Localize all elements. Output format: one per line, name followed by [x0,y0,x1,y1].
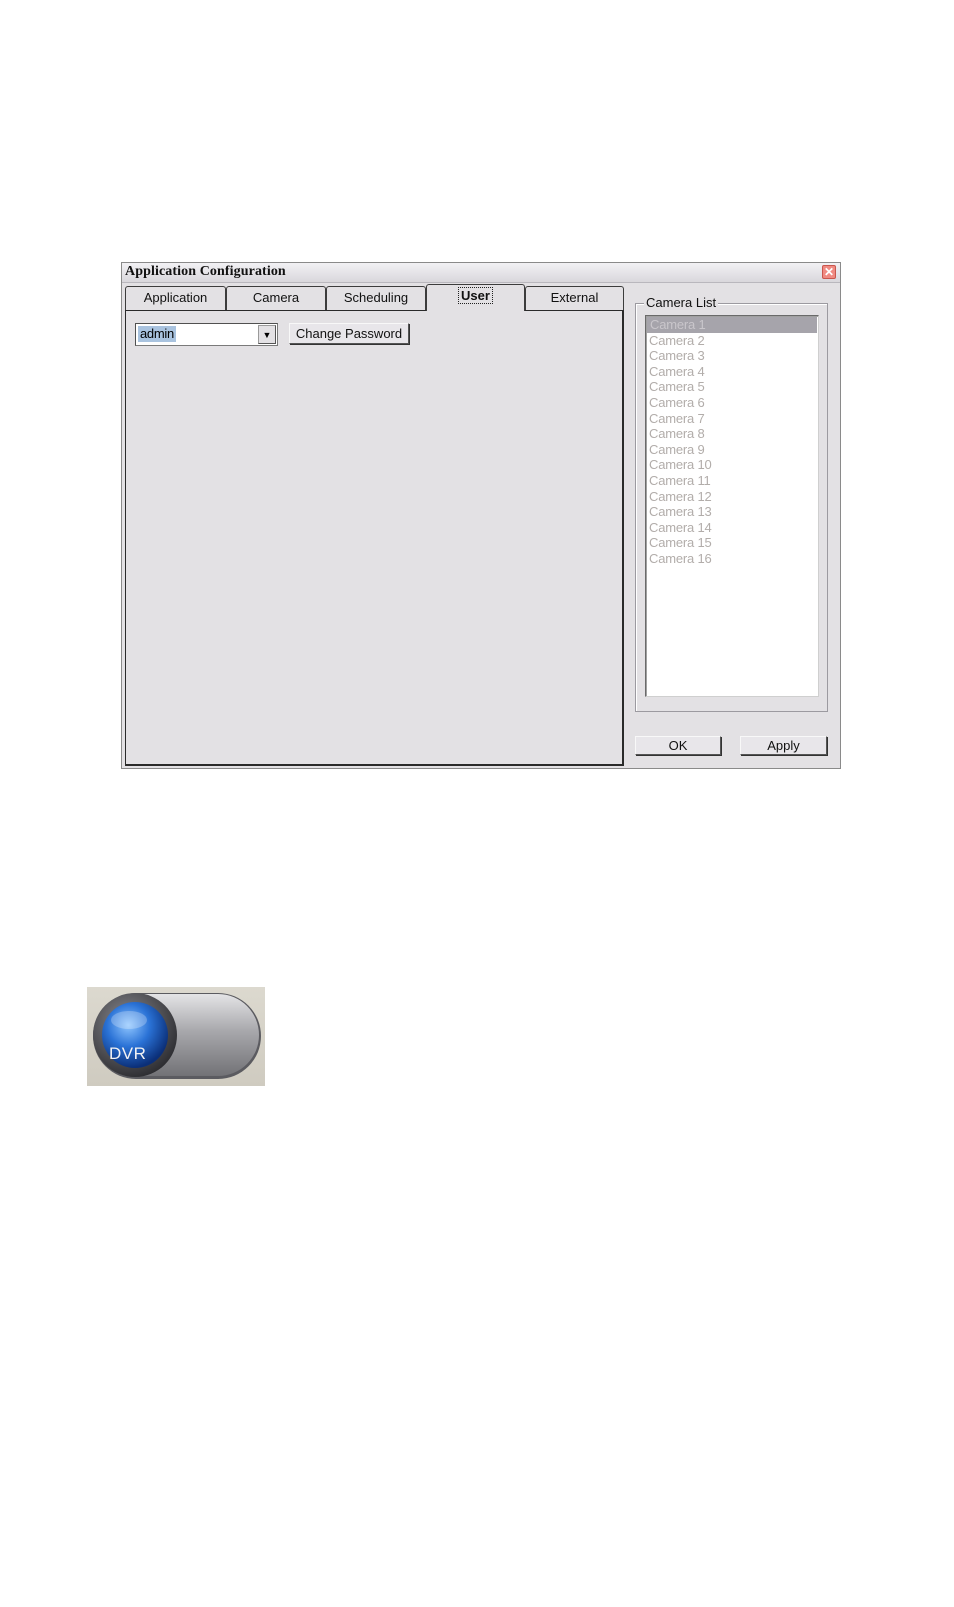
tab-camera[interactable]: Camera [226,286,326,310]
camera-list-item[interactable]: Camera 8 [646,426,818,442]
camera-list-item[interactable]: Camera 4 [646,364,818,380]
tab-label: Camera [252,290,300,305]
camera-list-item[interactable]: Camera 13 [646,504,818,520]
camera-list-group: Camera List Camera 1 Camera 2 Camera 3 Came… [635,295,828,712]
camera-list-item[interactable]: Camera 7 [646,411,818,427]
camera-listbox[interactable]: Camera 1 Camera 2 Camera 3 Camera 4 Camera 5… [645,315,819,697]
tab-application[interactable]: Application [125,286,226,310]
tab-label: User [458,287,493,304]
user-tab-panel: admin ▼ Change Password [125,310,624,766]
chevron-down-icon[interactable]: ▼ [258,325,276,344]
camera-list-item[interactable]: Camera 14 [646,520,818,536]
dvr-globe-icon [93,993,261,1079]
user-select[interactable]: admin ▼ [135,323,278,346]
camera-list-item[interactable]: Camera 11 [646,473,818,489]
camera-list-item[interactable]: Camera 6 [646,395,818,411]
dvr-logo[interactable]: DVR [87,987,265,1086]
camera-list-item[interactable]: Camera 2 [646,333,818,349]
ok-button[interactable]: OK [635,736,721,755]
title-bar[interactable]: Application Configuration ✕ [122,263,840,283]
tab-label: Application [143,290,208,305]
window-title: Application Configuration [125,264,286,279]
tab-scheduling[interactable]: Scheduling [326,286,426,310]
tab-external[interactable]: External [525,286,624,310]
dvr-text: DVR [109,1044,147,1063]
tab-label: Scheduling [343,290,409,305]
tab-label: External [550,290,599,305]
camera-list-item[interactable]: Camera 3 [646,348,818,364]
change-password-button[interactable]: Change Password [289,323,409,344]
user-select-value: admin [138,326,176,342]
camera-list-item[interactable]: Camera 9 [646,442,818,458]
camera-list-label: Camera List [644,295,719,310]
camera-list-item[interactable]: Camera 5 [646,379,818,395]
apply-button[interactable]: Apply [740,736,827,755]
camera-list: Camera 1 Camera 2 Camera 3 Camera 4 Camera 5… [646,316,818,567]
close-icon[interactable]: ✕ [822,265,836,279]
application-configuration-window: Application Configuration ✕ Application … [121,262,841,769]
camera-list-item[interactable]: Camera 12 [646,489,818,505]
camera-list-item[interactable]: Camera 16 [646,551,818,567]
camera-list-item[interactable]: Camera 15 [646,535,818,551]
camera-list-item[interactable]: Camera 1 [647,317,817,333]
camera-list-item[interactable]: Camera 10 [646,457,818,473]
tab-user[interactable]: User [426,284,525,311]
